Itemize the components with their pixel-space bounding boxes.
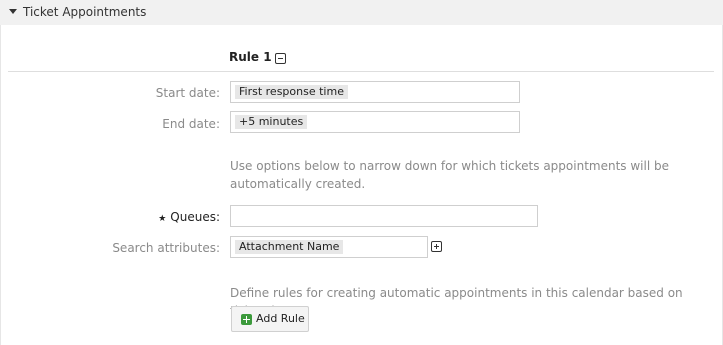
add-rule-label: Add Rule (256, 312, 305, 325)
end-date-value: +5 minutes (235, 115, 308, 129)
search-attributes-select[interactable]: Attachment Name (230, 236, 428, 258)
queues-label: ★ Queues: (10, 210, 220, 224)
queues-select[interactable] (230, 205, 538, 227)
panel-title: Ticket Appointments (23, 5, 147, 19)
caret-down-icon[interactable] (9, 9, 17, 14)
ticket-appointments-header[interactable]: Ticket Appointments (0, 0, 723, 25)
end-date-select[interactable]: +5 minutes (230, 111, 520, 133)
collapse-rule-icon[interactable] (275, 53, 286, 64)
rule-heading: Rule 1 (229, 50, 272, 64)
start-date-select[interactable]: First response time (230, 81, 520, 103)
search-attributes-value: Attachment Name (235, 240, 344, 254)
add-plus-icon (241, 314, 252, 325)
start-date-value: First response time (235, 85, 348, 99)
add-attribute-icon[interactable] (431, 241, 442, 252)
required-star-icon: ★ (158, 214, 167, 224)
start-date-label: Start date: (155, 86, 220, 100)
end-date-label: End date: (162, 117, 220, 131)
add-rule-button[interactable]: Add Rule (231, 306, 309, 332)
divider (8, 71, 714, 72)
search-attributes-label: Search attributes: (112, 241, 220, 255)
narrow-help-text: Use options below to narrow down for whi… (230, 159, 669, 191)
queues-label-text: Queues: (170, 210, 220, 224)
